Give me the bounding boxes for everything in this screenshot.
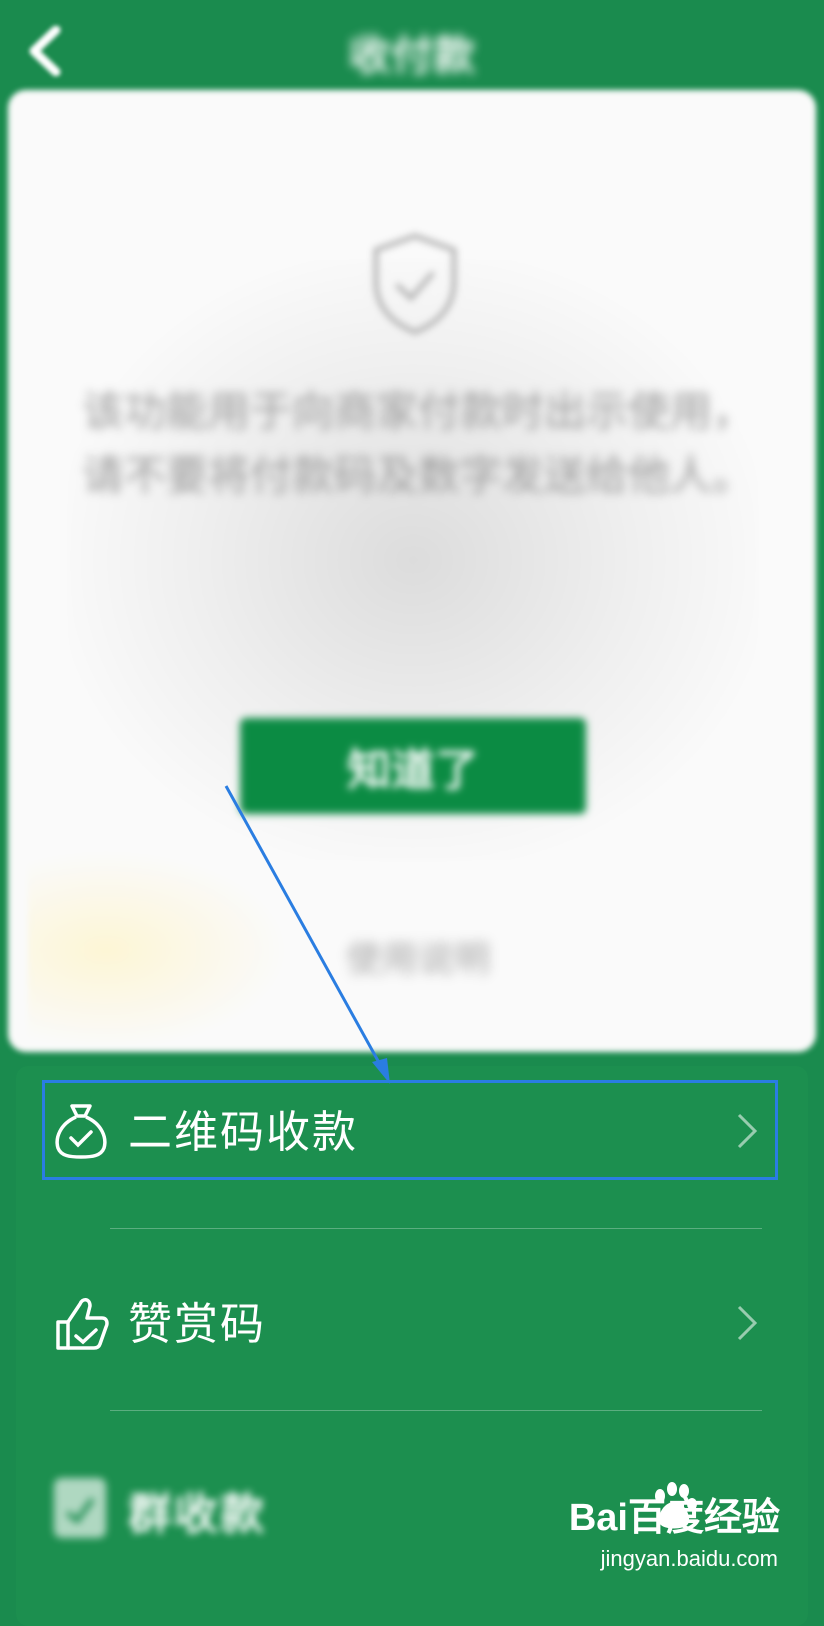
chevron-right-icon bbox=[737, 1305, 758, 1341]
acknowledge-button[interactable]: 知道了 bbox=[240, 718, 586, 814]
highlight-box bbox=[42, 1080, 778, 1180]
menu-item-label: 赞赏码 bbox=[128, 1299, 266, 1350]
menu-item-label: 群收款 bbox=[128, 1489, 266, 1540]
card-tint bbox=[28, 850, 288, 1050]
menu-item-reward-code[interactable]: 赞赏码 bbox=[16, 1272, 808, 1370]
group-collect-icon bbox=[53, 1477, 107, 1538]
watermark-url: jingyan.baidu.com bbox=[600, 1546, 778, 1571]
divider bbox=[110, 1410, 762, 1411]
baidu-jingyan-watermark: Bai百度经验 jingyan.baidu.com bbox=[568, 1476, 780, 1586]
shield-check-icon bbox=[373, 233, 457, 335]
payment-code-card: 该功能用于向商家付款时出示使用，请不要将付款码及数字发送给他人。 知道了 使用说… bbox=[8, 90, 816, 1052]
security-notice: 该功能用于向商家付款时出示使用，请不要将付款码及数字发送给他人。 bbox=[81, 387, 754, 500]
divider bbox=[110, 1228, 762, 1229]
usage-instructions-link[interactable]: 使用说明 bbox=[308, 930, 528, 982]
thumbs-up-icon bbox=[56, 1298, 109, 1350]
page-title: 收付款 bbox=[348, 31, 475, 80]
watermark-brand: Bai百度经验 bbox=[568, 1497, 780, 1539]
top-bar: 收付款 bbox=[0, 0, 824, 92]
